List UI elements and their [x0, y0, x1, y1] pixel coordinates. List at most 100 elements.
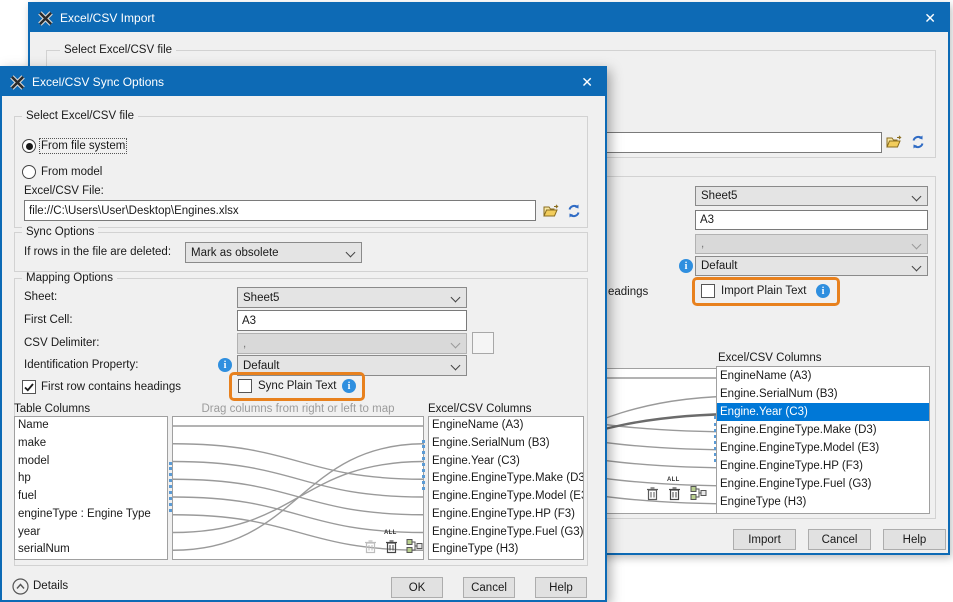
radio-from-file-system-label[interactable]: From file system [41, 140, 125, 152]
deleted-rows-select[interactable]: Mark as obsolete [185, 242, 362, 263]
sync-plain-text-label[interactable]: Sync Plain Text [258, 380, 336, 392]
chevron-down-icon [451, 339, 461, 349]
list-item[interactable]: Engine.EngineType.Fuel (G3) [429, 524, 583, 542]
radio-from-file-system[interactable] [22, 139, 36, 153]
import-excel-columns-label: Excel/CSV Columns [718, 352, 822, 364]
cancel-button-label: Cancel [822, 534, 858, 546]
table-columns-label: Table Columns [14, 403, 90, 415]
mapping-canvas[interactable]: ALL [172, 416, 424, 560]
import-identification-value: Default [701, 260, 737, 272]
import-select-file-group-label: Select Excel/CSV file [60, 44, 176, 56]
file-path-input[interactable]: file://C:\Users\User\Desktop\Engines.xls… [24, 200, 536, 221]
first-row-headings-label[interactable]: First row contains headings [41, 381, 181, 393]
list-item[interactable]: EngineType (H3) [429, 541, 583, 559]
chevron-down-icon [912, 192, 922, 202]
list-item[interactable]: Engine.EngineType.Fuel (G3) [717, 475, 929, 493]
open-folder-icon[interactable] [886, 134, 902, 150]
import-identification-select[interactable]: Default [695, 256, 928, 276]
first-row-headings-checkbox[interactable] [22, 380, 36, 394]
help-button[interactable]: Help [883, 529, 946, 550]
import-headings-label-fragment: eadings [608, 286, 648, 298]
import-sheet-select[interactable]: Sheet5 [695, 186, 928, 206]
map-by-name-icon[interactable] [406, 538, 423, 554]
list-item[interactable]: Engine.EngineType.HP (F3) [429, 506, 583, 524]
file-path-label: Excel/CSV File: [24, 185, 104, 197]
import-first-cell-input[interactable]: A3 [695, 210, 928, 230]
chevron-down-icon [912, 240, 922, 250]
mapping-curve [173, 462, 424, 498]
deleted-rows-label: If rows in the file are deleted: [24, 246, 171, 258]
sync-dialog-title: Excel/CSV Sync Options [32, 75, 164, 89]
deleted-rows-value: Mark as obsolete [191, 247, 279, 259]
list-item[interactable]: Name [15, 417, 167, 435]
list-item[interactable]: EngineName (A3) [429, 417, 583, 435]
custom-delimiter-box[interactable] [472, 332, 494, 354]
sheet-select[interactable]: Sheet5 [237, 287, 467, 308]
radio-from-model[interactable] [22, 165, 36, 179]
list-drag-handle[interactable] [169, 462, 173, 512]
delete-mapping-icon[interactable] [646, 486, 659, 501]
chevron-down-icon [451, 293, 461, 303]
help-button[interactable]: Help [535, 577, 587, 598]
radio-from-model-label[interactable]: From model [41, 166, 102, 178]
list-item[interactable]: year [15, 524, 167, 542]
details-chevron-up-icon[interactable] [12, 578, 29, 595]
close-icon[interactable]: ✕ [920, 10, 940, 27]
table-columns-list[interactable]: NamemakemodelhpfuelengineType : Engine T… [14, 416, 168, 560]
list-item[interactable]: fuel [15, 488, 167, 506]
delete-mapping-icon[interactable] [364, 539, 377, 554]
close-icon[interactable]: ✕ [577, 74, 597, 91]
help-button-label: Help [903, 534, 927, 546]
list-item[interactable]: Engine.SerialNum (B3) [429, 435, 583, 453]
drag-columns-hint: Drag columns from right or left to map [172, 403, 424, 415]
list-item[interactable]: EngineType (H3) [717, 493, 929, 511]
excel-columns-label: Excel/CSV Columns [428, 403, 532, 415]
delete-all-mappings-icon[interactable] [385, 539, 398, 554]
list-item[interactable]: Engine.Year (C3) [717, 403, 929, 421]
cancel-button[interactable]: Cancel [808, 529, 871, 550]
list-drag-handle[interactable] [422, 440, 426, 490]
sync-excel-columns-list[interactable]: EngineName (A3)Engine.SerialNum (B3)Engi… [428, 416, 584, 560]
cancel-button-label: Cancel [471, 582, 507, 594]
list-item[interactable]: Engine.SerialNum (B3) [717, 385, 929, 403]
open-folder-icon[interactable] [543, 203, 559, 219]
import-dialog-title: Excel/CSV Import [60, 11, 155, 25]
list-item[interactable]: Engine.EngineType.HP (F3) [717, 457, 929, 475]
identification-info-icon[interactable]: i [679, 259, 693, 273]
import-first-cell-value: A3 [700, 214, 714, 226]
import-excel-columns-list[interactable]: EngineName (A3)Engine.SerialNum (B3)Engi… [716, 366, 930, 514]
sync-plain-text-info-icon[interactable]: i [342, 379, 356, 393]
list-item[interactable]: Engine.Year (C3) [429, 453, 583, 471]
details-label[interactable]: Details [33, 580, 68, 592]
list-item[interactable]: engineType : Engine Type [15, 506, 167, 524]
list-item[interactable]: EngineName (A3) [717, 367, 929, 385]
import-plain-text-label: Import Plain Text [721, 285, 806, 297]
app-logo-icon [38, 11, 53, 26]
plain-text-info-icon[interactable]: i [816, 284, 830, 298]
import-plain-text-checkbox[interactable] [701, 284, 715, 298]
first-cell-input[interactable]: A3 [237, 310, 467, 331]
refresh-icon[interactable] [910, 134, 926, 150]
cancel-button[interactable]: Cancel [463, 577, 515, 598]
ok-button-label: OK [409, 582, 426, 594]
list-item[interactable]: model [15, 453, 167, 471]
map-by-name-icon[interactable] [690, 485, 707, 501]
sync-plain-text-checkbox[interactable] [238, 379, 252, 393]
refresh-icon[interactable] [566, 203, 582, 219]
identification-info-icon[interactable]: i [218, 358, 232, 372]
list-item[interactable]: Engine.EngineType.Model (E3) [429, 488, 583, 506]
import-button[interactable]: Import [733, 529, 796, 550]
list-item[interactable]: hp [15, 470, 167, 488]
list-item[interactable]: make [15, 435, 167, 453]
list-item[interactable]: Engine.EngineType.Model (E3) [717, 439, 929, 457]
csv-delimiter-label: CSV Delimiter: [24, 337, 99, 349]
help-button-label: Help [549, 582, 573, 594]
list-item[interactable]: Engine.EngineType.Make (D3) [429, 470, 583, 488]
list-item[interactable]: Engine.EngineType.Make (D3) [717, 421, 929, 439]
mapping-curve [173, 444, 424, 480]
delete-all-mappings-icon[interactable] [668, 486, 681, 501]
list-item[interactable]: serialNum [15, 541, 167, 559]
identification-property-label: Identification Property: [24, 359, 138, 371]
ok-button[interactable]: OK [391, 577, 443, 598]
import-delimiter-value: , [701, 238, 704, 250]
